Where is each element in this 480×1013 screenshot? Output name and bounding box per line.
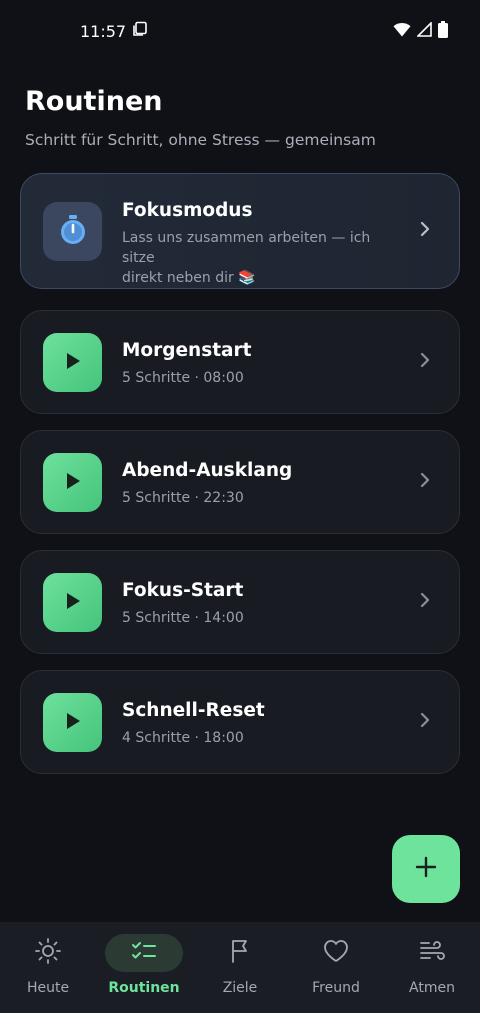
play-icon — [64, 591, 82, 615]
focus-card-text: Fokusmodus Lass uns zusammen arbeiten — … — [122, 200, 399, 288]
chevron-right-icon — [419, 591, 431, 613]
nav-item-heute[interactable]: Heute — [0, 934, 96, 996]
nav-label: Freund — [312, 980, 360, 996]
checklist-icon — [130, 939, 158, 967]
status-bar: 11:57 — [0, 0, 480, 62]
nav-icon-container — [105, 934, 183, 972]
nav-icon-container — [297, 934, 375, 972]
page-title: Routinen — [25, 86, 163, 117]
screenshot-icon — [132, 21, 148, 41]
routine-card-text: Schnell-Reset 4 Schritte · 18:00 — [122, 700, 399, 746]
play-icon — [64, 351, 82, 375]
plus-icon — [415, 856, 437, 882]
focus-mode-card[interactable]: Fokusmodus Lass uns zusammen arbeiten — … — [20, 173, 460, 289]
focus-card-subtitle-line1: Lass uns zusammen arbeiten — ich sitze — [122, 230, 371, 266]
play-icon — [64, 711, 82, 735]
wind-icon — [418, 939, 446, 967]
play-tile[interactable] — [43, 453, 102, 512]
play-tile[interactable] — [43, 333, 102, 392]
nav-icon-container — [393, 934, 471, 972]
routine-card[interactable]: Abend-Ausklang 5 Schritte · 22:30 — [20, 430, 460, 534]
chevron-right-icon — [419, 711, 431, 733]
play-tile[interactable] — [43, 573, 102, 632]
nav-label: Routinen — [108, 980, 180, 996]
routine-card-text: Fokus-Start 5 Schritte · 14:00 — [122, 580, 399, 626]
flag-icon — [228, 938, 252, 968]
signal-icon — [416, 20, 432, 41]
focus-card-subtitle: Lass uns zusammen arbeiten — ich sitze di… — [122, 228, 399, 288]
focus-card-subtitle-line2: direkt neben dir 📚 — [122, 270, 256, 286]
routine-meta: 5 Schritte · 08:00 — [122, 370, 244, 386]
play-icon — [64, 471, 82, 495]
nav-label: Heute — [26, 980, 70, 996]
nav-item-atmen[interactable]: Atmen — [384, 934, 480, 996]
routine-card[interactable]: Fokus-Start 5 Schritte · 14:00 — [20, 550, 460, 654]
focus-card-title: Fokusmodus — [122, 200, 253, 221]
routine-title: Morgenstart — [122, 340, 252, 361]
nav-item-routinen[interactable]: Routinen — [96, 934, 192, 996]
nav-icon-container — [201, 934, 279, 972]
bottom-nav: Heute Routinen Ziele Freund Atmen — [0, 922, 480, 1013]
play-tile[interactable] — [43, 693, 102, 752]
nav-label: Atmen — [409, 980, 455, 996]
battery-icon — [438, 20, 448, 42]
routine-meta: 4 Schritte · 18:00 — [122, 730, 244, 746]
nav-label: Ziele — [222, 980, 258, 996]
routine-card-text: Morgenstart 5 Schritte · 08:00 — [122, 340, 399, 386]
stopwatch-icon — [58, 214, 88, 250]
heart-icon — [322, 938, 350, 968]
focus-tile — [43, 202, 102, 261]
nav-icon-container — [9, 934, 87, 972]
status-time: 11:57 — [80, 21, 127, 41]
routine-title: Schnell-Reset — [122, 700, 265, 721]
chevron-right-icon — [419, 351, 431, 373]
chevron-right-icon — [419, 220, 431, 242]
routine-meta: 5 Schritte · 22:30 — [122, 490, 244, 506]
add-routine-button[interactable] — [392, 835, 460, 903]
nav-item-ziele[interactable]: Ziele — [192, 934, 288, 996]
nav-item-freund[interactable]: Freund — [288, 934, 384, 996]
routine-title: Fokus-Start — [122, 580, 244, 601]
routine-meta: 5 Schritte · 14:00 — [122, 610, 244, 626]
routine-card[interactable]: Morgenstart 5 Schritte · 08:00 — [20, 310, 460, 414]
page-subtitle: Schritt für Schritt, ohne Stress — gemei… — [25, 131, 376, 149]
routine-card[interactable]: Schnell-Reset 4 Schritte · 18:00 — [20, 670, 460, 774]
routine-card-text: Abend-Ausklang 5 Schritte · 22:30 — [122, 460, 399, 506]
chevron-right-icon — [419, 471, 431, 493]
sun-icon — [34, 937, 62, 969]
wifi-icon — [393, 22, 411, 41]
routine-title: Abend-Ausklang — [122, 460, 293, 481]
